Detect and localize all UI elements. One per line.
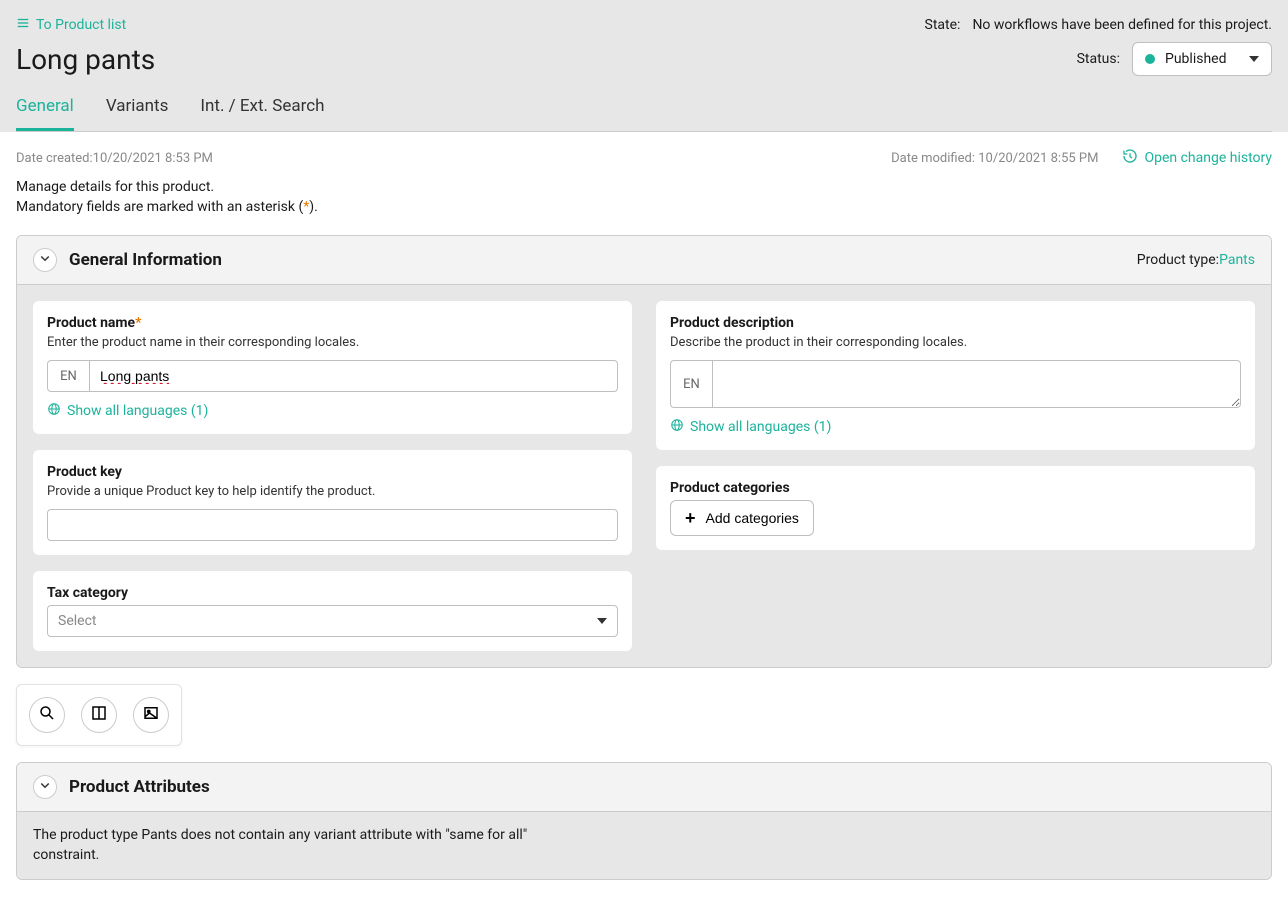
tabs: General Variants Int. / Ext. Search (16, 88, 1272, 132)
date-created-value: 10/20/2021 8:53 PM (93, 151, 213, 166)
open-history-label: Open change history (1144, 150, 1272, 166)
back-link-label: To Product list (36, 17, 126, 33)
page-title: Long pants (16, 43, 155, 76)
intro-line2: Mandatory fields are marked with an aste… (16, 198, 1272, 218)
product-categories-card: Product categories + Add categories (656, 466, 1255, 550)
product-description-label: Product description (670, 315, 1241, 331)
show-all-languages-name[interactable]: Show all languages (1) (47, 402, 618, 420)
status-value: Published (1165, 51, 1226, 67)
list-icon (16, 16, 30, 34)
history-icon (1122, 148, 1138, 168)
product-description-card: Product description Describe the product… (656, 301, 1255, 450)
tab-variants[interactable]: Variants (106, 88, 169, 131)
date-created: Date created: 10/20/2021 8:53 PM (16, 151, 213, 166)
state-value: No workflows have been defined for this … (972, 17, 1272, 33)
general-information-panel: General Information Product type:Pants P… (16, 235, 1272, 668)
product-type-label: Product type: (1137, 252, 1219, 268)
date-created-label: Date created: (16, 151, 93, 166)
product-categories-label: Product categories (670, 480, 1241, 496)
toolbar-columns-button[interactable] (81, 697, 117, 733)
collapse-general-button[interactable] (33, 248, 57, 272)
chevron-down-icon (1249, 56, 1259, 62)
toolbar-image-button[interactable] (133, 697, 169, 733)
globe-icon (670, 418, 684, 436)
intro-line1: Manage details for this product. (16, 178, 1272, 198)
status-label: Status: (1077, 51, 1120, 67)
image-icon (142, 704, 160, 726)
product-attributes-title: Product Attributes (69, 777, 210, 797)
product-name-input[interactable] (89, 360, 618, 392)
required-asterisk-icon: * (135, 315, 141, 331)
product-type: Product type:Pants (1137, 252, 1255, 268)
intro-prefix: Mandatory fields are marked with an aste… (16, 199, 303, 215)
product-type-link[interactable]: Pants (1219, 252, 1255, 268)
tax-category-label: Tax category (47, 585, 618, 601)
product-description-locale: EN (670, 360, 712, 408)
intro-text: Manage details for this product. Mandato… (16, 178, 1272, 217)
date-modified-label: Date modified: (891, 151, 978, 166)
toolbar-search-button[interactable] (29, 697, 65, 733)
date-modified: Date modified: 10/20/2021 8:55 PM (891, 151, 1098, 166)
product-attributes-panel: Product Attributes The product type Pant… (16, 762, 1272, 880)
plus-icon: + (685, 509, 696, 527)
status-select[interactable]: Published (1132, 42, 1272, 76)
product-name-locale: EN (47, 360, 89, 392)
state-label: State: (925, 17, 961, 33)
tab-general[interactable]: General (16, 88, 74, 131)
tax-category-card: Tax category Select (33, 571, 632, 651)
columns-icon (90, 704, 108, 726)
tax-category-placeholder: Select (58, 613, 96, 629)
product-attributes-text: The product type Pants does not contain … (33, 826, 553, 865)
tax-category-select[interactable]: Select (47, 605, 618, 637)
product-description-help: Describe the product in their correspond… (670, 335, 1241, 350)
product-key-label: Product key (47, 464, 618, 480)
search-icon (38, 704, 56, 726)
product-name-label: Product name* (47, 315, 618, 331)
floating-toolbar (16, 684, 182, 746)
show-langs-desc-label: Show all languages (1) (690, 419, 831, 435)
general-info-title: General Information (69, 250, 222, 270)
tab-int-ext-search[interactable]: Int. / Ext. Search (200, 88, 324, 131)
chevron-down-icon (597, 618, 607, 624)
product-description-input[interactable] (712, 360, 1241, 408)
intro-suffix: ). (309, 199, 318, 215)
product-key-input[interactable] (47, 509, 618, 541)
show-langs-name-label: Show all languages (1) (67, 403, 208, 419)
status-dot-icon (1145, 54, 1155, 64)
chevron-down-icon (39, 779, 51, 795)
product-key-help: Provide a unique Product key to help ide… (47, 484, 618, 499)
open-change-history-link[interactable]: Open change history (1122, 148, 1272, 168)
product-name-card: Product name* Enter the product name in … (33, 301, 632, 434)
show-all-languages-desc[interactable]: Show all languages (1) (670, 418, 1241, 436)
back-to-product-list-link[interactable]: To Product list (16, 16, 126, 34)
product-name-help: Enter the product name in their correspo… (47, 335, 618, 350)
state-info: State: No workflows have been defined fo… (925, 17, 1272, 33)
add-categories-button[interactable]: + Add categories (670, 500, 814, 536)
product-key-card: Product key Provide a unique Product key… (33, 450, 632, 555)
globe-icon (47, 402, 61, 420)
collapse-attributes-button[interactable] (33, 775, 57, 799)
product-name-label-text: Product name (47, 315, 135, 331)
add-categories-label: Add categories (706, 510, 799, 526)
chevron-down-icon (39, 252, 51, 268)
date-modified-value: 10/20/2021 8:55 PM (978, 151, 1098, 166)
